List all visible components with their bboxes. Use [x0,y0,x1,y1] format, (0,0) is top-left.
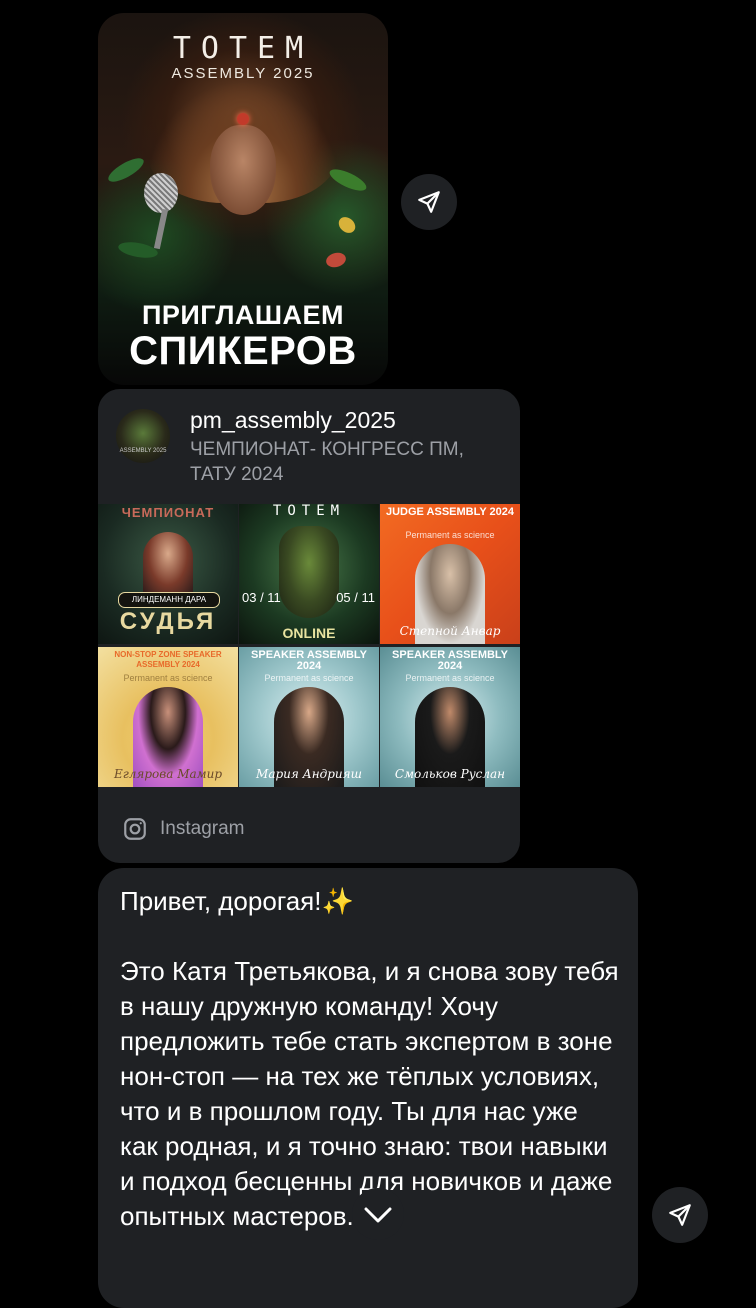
tile-signature: Степной Анвар [399,624,501,638]
grid-tile[interactable]: SPEAKER ASSEMBLY 2024 Permanent as scien… [380,647,520,787]
leaf-decoration [105,153,147,187]
tile-title: SPEAKER ASSEMBLY 2024 [251,649,367,672]
grid-tile[interactable]: TOTEM 03 / 11 05 / 11 ONLINE [239,504,379,644]
grid-tile[interactable]: SPEAKER ASSEMBLY 2024 Permanent as scien… [239,647,379,787]
tile-footer: СУДЬЯ [119,608,217,635]
tile-name-badge: ЛИНДЕМАНН ДАРА [118,592,220,608]
share-button[interactable] [401,174,457,230]
grid-tile[interactable]: ЧЕМПИОНАТ ЛИНДЕМАНН ДАРА СУДЬЯ [98,504,238,644]
tile-subtitle: Permanent as science [264,673,354,683]
poster-face [210,125,276,215]
avatar-text: ASSEMBLY 2025 [119,448,167,454]
instagram-icon [124,818,146,840]
tile-subtitle: Permanent as science [405,530,495,540]
microphone-icon [144,173,178,213]
poster-subtitle: ASSEMBLY 2025 [171,65,315,82]
tile-signature: Мария Андрияш [256,767,362,781]
profile-username[interactable]: pm_assembly_2025 [190,407,396,434]
tile-subtitle: Permanent as science [123,673,213,683]
grid-tile[interactable]: JUDGE ASSEMBLY 2024 Permanent as science… [380,504,520,644]
tile-date-right: 05 / 11 [336,590,375,605]
poster-brand: TOTEM [172,31,314,66]
instagram-post-card[interactable]: ASSEMBLY 2025 pm_assembly_2025 ЧЕМПИОНАТ… [98,389,520,863]
microphone-stand [153,208,169,250]
share-icon [669,1204,691,1226]
tile-portrait [143,532,193,594]
tile-title: ЧЕМПИОНАТ [121,505,215,520]
post-grid: ЧЕМПИОНАТ ЛИНДЕМАНН ДАРА СУДЬЯ TOTEM 03 … [98,504,520,787]
tile-title: JUDGE ASSEMBLY 2024 [386,506,514,518]
tile-title: SPEAKER ASSEMBLY 2024 [392,649,508,672]
poster-cta-line1: ПРИГЛАШАЕМ [141,300,345,330]
message-text: Привет, дорогая!✨ Это Катя Третьякова, и… [120,886,619,1231]
grid-tile[interactable]: NON-STOP ZONE SPEAKER ASSEMBLY 2024 Perm… [98,647,238,787]
feather-decoration [324,250,348,270]
source-label-text: Instagram [160,818,245,839]
poster-gem [237,113,249,125]
tile-date-left: 03 / 11 [242,590,281,605]
leaf-decoration [326,165,370,195]
share-button[interactable] [652,1187,708,1243]
tile-title: TOTEM [272,504,346,519]
tile-signature: Смольков Руслан [394,767,506,781]
tile-mask [279,526,339,618]
tile-title: NON-STOP ZONE SPEAKER ASSEMBLY 2024 [114,650,222,669]
feather-decoration [335,213,359,237]
chevron-down-icon [364,1207,392,1223]
source-label: Instagram [122,816,244,842]
tile-subtitle: Permanent as science [405,673,495,683]
tile-footer: ONLINE [282,625,336,641]
poster-cta-line2: СПИКЕРОВ [129,329,357,373]
story-poster[interactable]: TOTEM ASSEMBLY 2025 ПРИГЛАШАЕМ СПИКЕРОВ [98,13,388,385]
profile-description: ЧЕМПИОНАТ- КОНГРЕСС ПМ, ТАТУ 2024 [190,439,464,485]
leaf-decoration [117,239,159,261]
tile-signature: Еглярова Мамир [113,767,223,781]
scroll-down-button[interactable] [352,1188,404,1240]
profile-avatar[interactable]: ASSEMBLY 2025 [116,409,170,463]
message-bubble: Привет, дорогая!✨ Это Катя Третьякова, и… [98,868,638,1308]
share-icon [418,191,440,213]
